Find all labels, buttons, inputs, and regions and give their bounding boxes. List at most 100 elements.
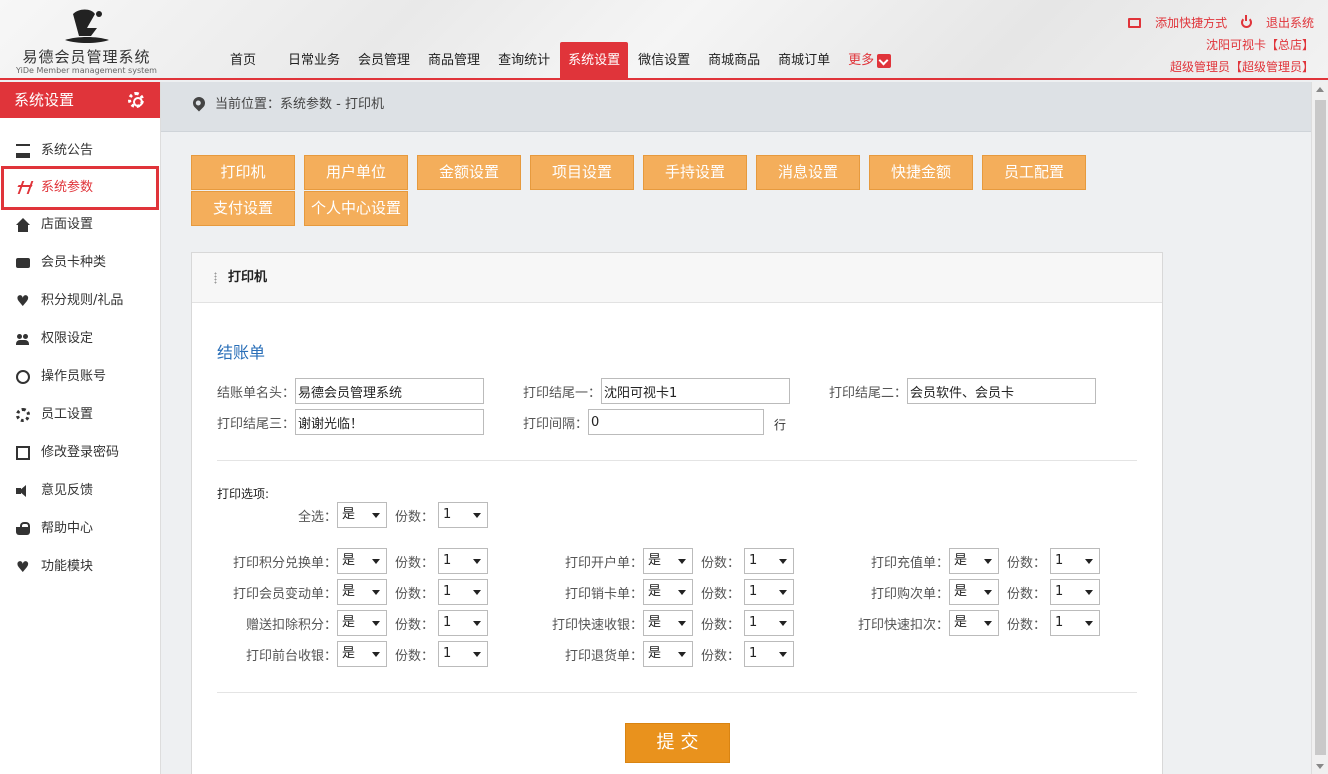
nav-products[interactable]: 商品管理 <box>420 42 488 80</box>
select-value: 是 <box>648 553 662 568</box>
logo[interactable]: 易德会员管理系统 YiDe Member management system <box>14 6 159 76</box>
option-dropdown[interactable]: 是 <box>643 610 693 636</box>
tab-handheld[interactable]: 手持设置 <box>643 155 747 190</box>
field-label: 打印结尾一： <box>523 385 602 401</box>
count-dropdown[interactable]: 1 <box>438 579 489 605</box>
option-dropdown[interactable]: 是 <box>643 548 693 574</box>
field-label: 打印间隔： <box>523 416 589 432</box>
select-value: 是 <box>342 615 356 630</box>
sidebar-item-password[interactable]: 修改登录密码 <box>0 434 160 472</box>
nav-settings[interactable]: 系统设置 <box>560 42 629 80</box>
tail3-input[interactable] <box>295 409 485 435</box>
sidebar-item-operators[interactable]: 操作员账号 <box>0 358 160 396</box>
select-value: 是 <box>954 584 968 599</box>
count-dropdown[interactable]: 1 <box>744 548 795 574</box>
tab-amount[interactable]: 金额设置 <box>417 155 521 190</box>
settings-tabs: 打印机 用户单位 金额设置 项目设置 手持设置 消息设置 快捷金额 员工配置支付设置 个人中心设… <box>191 155 1111 227</box>
heart-icon <box>16 548 30 586</box>
count-dropdown[interactable]: 1 <box>1050 548 1101 574</box>
tab-quick-amount[interactable]: 快捷金额 <box>869 155 973 190</box>
count-dropdown[interactable]: 1 <box>744 579 795 605</box>
field-tail3: 打印结尾三： <box>217 409 485 435</box>
count-dropdown[interactable]: 1 <box>438 610 489 636</box>
sidebar-item-points[interactable]: 积分规则/礼品 <box>0 282 160 320</box>
option-front-checkout: 打印前台收银： 是 份数： 1 <box>217 641 489 667</box>
count-dropdown[interactable]: 1 <box>744 610 795 636</box>
scrollbar-thumb[interactable] <box>1315 100 1326 755</box>
heart-icon <box>16 282 30 320</box>
scroll-up-icon[interactable] <box>1316 87 1324 92</box>
tab-user-unit[interactable]: 用户单位 <box>304 155 408 190</box>
nav-stats[interactable]: 查询统计 <box>490 42 558 80</box>
sidebar-item-modules[interactable]: 功能模块 <box>0 548 160 586</box>
nav-wechat[interactable]: 微信设置 <box>630 42 698 80</box>
count-dropdown[interactable]: 1 <box>1050 579 1101 605</box>
sidebar-item-feedback[interactable]: 意见反馈 <box>0 472 160 510</box>
select-value: 1 <box>1055 584 1064 599</box>
sidebar-item-params[interactable]: 系统参数 <box>1 166 159 210</box>
sidebar-item-store[interactable]: 店面设置 <box>0 206 160 244</box>
sidebar-menu: 系统公告 系统参数 店面设置 会员卡种类 积分规则/礼品 权限设定 操作员账号 … <box>0 132 160 586</box>
vertical-scrollbar[interactable] <box>1311 82 1328 774</box>
nav-more[interactable]: 更多 <box>840 42 899 80</box>
sidebar-item-label: 帮助中心 <box>41 521 94 536</box>
option-dropdown[interactable]: 是 <box>949 548 999 574</box>
tab-printer[interactable]: 打印机 <box>191 155 295 190</box>
tab-project[interactable]: 项目设置 <box>530 155 634 190</box>
option-label: 打印购次单： <box>870 586 949 602</box>
option-dropdown[interactable]: 是 <box>337 579 387 605</box>
select-all-count-dropdown[interactable]: 1 <box>438 502 489 528</box>
count-dropdown[interactable]: 1 <box>438 548 489 574</box>
tail2-input[interactable] <box>907 378 1097 404</box>
option-dropdown[interactable]: 是 <box>337 610 387 636</box>
sidebar-item-staff[interactable]: 员工设置 <box>0 396 160 434</box>
select-value: 是 <box>342 646 356 661</box>
option-label: 打印充值单： <box>870 555 949 571</box>
nav-members[interactable]: 会员管理 <box>350 42 418 80</box>
option-dropdown[interactable]: 是 <box>643 641 693 667</box>
option-dropdown[interactable]: 是 <box>337 548 387 574</box>
tab-personal-center[interactable]: 个人中心设置 <box>304 191 408 226</box>
panel-title: 打印机 <box>228 270 268 285</box>
count-dropdown[interactable]: 1 <box>744 641 795 667</box>
count-label: 份数： <box>1007 555 1047 571</box>
interval-input[interactable] <box>588 409 765 435</box>
drag-handle-icon <box>214 272 217 284</box>
option-dropdown[interactable]: 是 <box>643 579 693 605</box>
select-all-dropdown[interactable]: 是 <box>337 502 387 528</box>
gear-icon[interactable] <box>128 92 144 108</box>
count-dropdown[interactable]: 1 <box>1050 610 1101 636</box>
chevron-down-icon <box>877 54 892 68</box>
option-dropdown[interactable]: 是 <box>949 610 999 636</box>
option-label: 打印会员变动单： <box>232 586 337 602</box>
logout-link[interactable]: 退出系统 <box>1240 15 1314 30</box>
submit-button[interactable]: 提交 <box>625 723 730 763</box>
receipt-head-input[interactable] <box>295 378 485 404</box>
field-label: 打印结尾三： <box>217 416 296 432</box>
option-label: 全选： <box>297 509 337 525</box>
nav-daily[interactable]: 日常业务 <box>280 42 348 80</box>
nav-mall-products[interactable]: 商城商品 <box>700 42 768 80</box>
tail1-input[interactable] <box>601 378 791 404</box>
nav-mall-orders[interactable]: 商城订单 <box>770 42 838 80</box>
scroll-down-icon[interactable] <box>1316 764 1324 769</box>
option-dropdown[interactable]: 是 <box>949 579 999 605</box>
count-label: 份数： <box>701 555 741 571</box>
sidebar-item-permissions[interactable]: 权限设定 <box>0 320 160 358</box>
select-value: 1 <box>1055 553 1064 568</box>
sidebar-item-help[interactable]: 帮助中心 <box>0 510 160 548</box>
store-name[interactable]: 沈阳可视卡【总店】 <box>1118 34 1314 56</box>
tab-message[interactable]: 消息设置 <box>756 155 860 190</box>
section-title: 结账单 <box>217 343 266 362</box>
user-role[interactable]: 超级管理员【超级管理员】 <box>1118 56 1314 78</box>
option-dropdown[interactable]: 是 <box>337 641 387 667</box>
sidebar-item-card-types[interactable]: 会员卡种类 <box>0 244 160 282</box>
tab-staff-config[interactable]: 员工配置 <box>982 155 1086 190</box>
count-dropdown[interactable]: 1 <box>438 641 489 667</box>
add-shortcut-link[interactable]: 添加快捷方式 <box>1128 16 1227 30</box>
sidebar-item-announcement[interactable]: 系统公告 <box>0 132 160 170</box>
tab-payment[interactable]: 支付设置 <box>191 191 295 226</box>
option-select-all: 全选： 是 份数： 1 <box>217 502 489 528</box>
nav-home[interactable]: 首页 <box>218 42 268 80</box>
gear-icon <box>16 408 30 422</box>
